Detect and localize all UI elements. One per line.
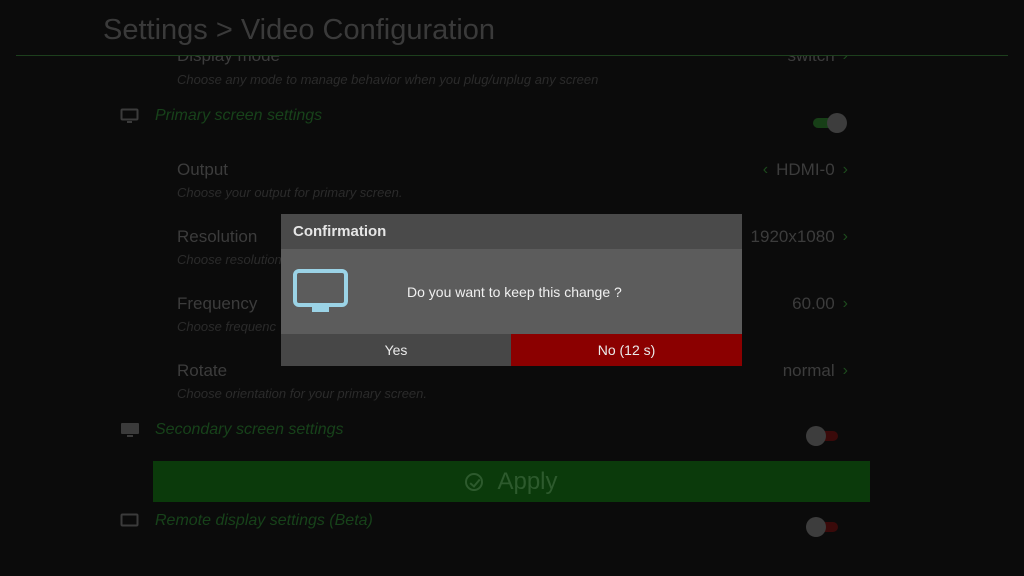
chevron-right-icon[interactable]: › [843,161,848,179]
rotate-subtitle: Choose orientation for your primary scre… [177,386,428,401]
chevron-right-icon[interactable]: › [843,228,848,246]
chevron-left-icon[interactable]: ‹ [763,161,768,179]
dialog-title: Confirmation [293,223,387,240]
frequency-subtitle: Choose frequenc [177,319,277,334]
display-mode-title: Display mode [177,46,280,65]
output-subtitle: Choose your output for primary screen. [177,185,403,200]
output-value: HDMI-0 [776,160,835,179]
frequency-selector[interactable]: 60.00 › [792,294,848,314]
chevron-right-icon[interactable]: › [843,295,848,313]
section-secondary-screen[interactable]: Secondary screen settings [120,421,344,439]
section-remote-display[interactable]: Remote display settings (Beta) [120,512,373,530]
resolution-selector[interactable]: 1920x1080 › [751,227,848,247]
display-mode-value[interactable]: switch › [787,46,848,66]
rotate-value: normal [782,361,835,380]
display-mode-value-text: switch [787,46,835,65]
frequency-title: Frequency [177,294,258,313]
output-title: Output [177,160,229,179]
apply-label: Apply [497,467,558,495]
dialog-body: Do you want to keep this change ? [281,249,742,334]
monitor-icon [120,108,140,124]
resolution-subtitle: Choose resolution [177,252,282,267]
dialog-header: Confirmation [281,214,742,249]
confirmation-dialog: Confirmation Do you want to keep this ch… [281,214,742,366]
resolution-value: 1920x1080 [750,227,835,246]
monitor-icon [120,422,140,438]
rotate-title: Rotate [177,361,228,380]
check-circle-icon [465,472,484,491]
video-configuration-screen: Settings > Video Configuration Display m… [0,0,1024,576]
chevron-right-icon[interactable]: › [843,362,848,380]
no-button[interactable]: No (12 s) [511,334,742,366]
yes-button[interactable]: Yes [281,334,511,366]
section-label: Remote display settings (Beta) [155,512,373,529]
primary-screen-toggle[interactable] [811,112,849,134]
dialog-message: Do you want to keep this change ? [407,284,622,300]
remote-display-toggle[interactable] [806,516,844,538]
section-label: Secondary screen settings [155,421,344,438]
resolution-title: Resolution [177,227,258,246]
dialog-buttons: Yes No (12 s) [281,334,742,366]
apply-button[interactable]: Apply [153,461,870,502]
frequency-value: 60.00 [792,294,835,313]
section-primary-screen[interactable]: Primary screen settings [120,107,322,125]
secondary-screen-toggle[interactable] [806,425,844,447]
display-mode-subtitle: Choose any mode to manage behavior when … [177,72,599,87]
monitor-icon [120,513,140,529]
rotate-selector[interactable]: normal › [783,361,848,381]
monitor-icon [293,269,348,314]
section-label: Primary screen settings [155,107,323,124]
header-divider [16,55,1008,56]
chevron-right-icon[interactable]: › [843,56,848,65]
output-selector[interactable]: ‹ HDMI-0 › [763,160,848,180]
page-title: Settings > Video Configuration [103,14,496,46]
